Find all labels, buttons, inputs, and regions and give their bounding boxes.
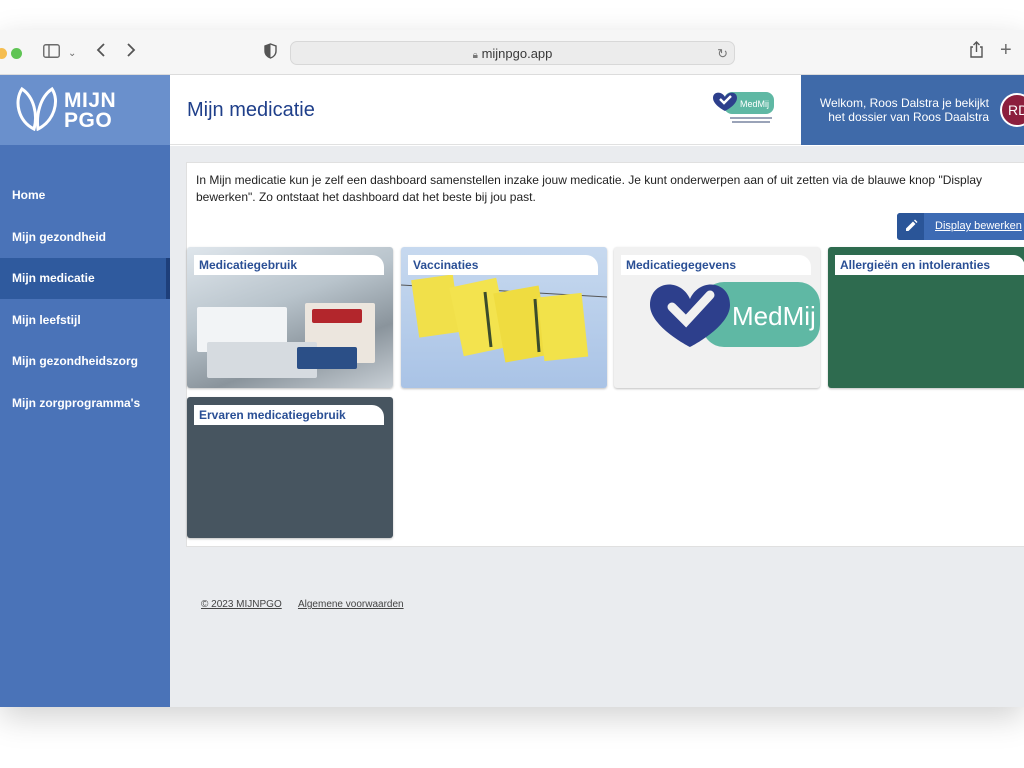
tile-label: Vaccinaties (408, 255, 598, 275)
main-content: In Mijn medicatie kun je zelf een dashbo… (170, 146, 1024, 707)
tile-medicatiegebruik[interactable]: Medicatiegebruik (187, 247, 393, 388)
url-value: mijnpgo.app (481, 46, 553, 61)
sidebar-item-mijn-gezondheid[interactable]: Mijn gezondheid (0, 217, 170, 258)
intro-text: In Mijn medicatie kun je zelf een dashbo… (196, 173, 983, 204)
pencil-icon (897, 213, 924, 240)
welcome-box: Welkom, Roos Dalstra je bekijkt het doss… (801, 75, 1024, 145)
address-bar[interactable]: 🔒︎ mijnpgo.app ↻ (290, 41, 735, 65)
logo-leaves-icon (16, 86, 57, 131)
display-bewerken-label: Display bewerken (935, 220, 1022, 232)
reload-icon[interactable]: ↻ (717, 46, 728, 62)
share-icon[interactable] (969, 41, 984, 64)
url-text: 🔒︎ mijnpgo.app (291, 46, 734, 61)
sidebar-item-home[interactable]: Home (0, 175, 170, 216)
svg-text:MedMij: MedMij (732, 301, 816, 331)
avatar[interactable]: RD (1000, 93, 1024, 127)
copyright-link[interactable]: © 2023 MIJNPGO (201, 599, 282, 610)
forward-icon[interactable] (126, 42, 136, 63)
tile-allergieen-en-intoleranties[interactable]: Allergieën en intoleranties (828, 247, 1024, 388)
logo-text-line1: MIJN (64, 89, 117, 112)
privacy-shield-icon[interactable] (264, 43, 277, 64)
tile-label: Medicatiegebruik (194, 255, 384, 275)
back-icon[interactable] (96, 42, 106, 63)
dashboard-card: In Mijn medicatie kun je zelf een dashbo… (186, 162, 1024, 547)
sidebar-item-mijn-leefstijl[interactable]: Mijn leefstijl (0, 300, 170, 341)
welcome-text: Welkom, Roos Dalstra je bekijkt het doss… (819, 96, 989, 124)
sidebar-item-mijn-zorgprogrammas[interactable]: Mijn zorgprogramma's (0, 383, 170, 424)
sidebar-item-mijn-medicatie[interactable]: Mijn medicatie (0, 258, 170, 299)
tile-label: Medicatiegegevens (621, 255, 811, 275)
sidebar-item-mijn-gezondheidszorg[interactable]: Mijn gezondheidszorg (0, 341, 170, 382)
display-bewerken-button[interactable]: Display bewerken (897, 213, 1024, 240)
tile-ervaren-medicatiegebruik[interactable]: Ervaren medicatiegebruik (187, 397, 393, 538)
page-header: Mijn medicatie MedMij Welkom, Roos Dalst… (170, 75, 1024, 145)
medicine-box-label (312, 309, 362, 323)
blood-pressure-device-image (297, 347, 357, 369)
lock-icon: 🔒︎ (472, 50, 478, 61)
tile-medicatiegegevens[interactable]: MedMij Medicatiegegevens (614, 247, 820, 388)
svg-text:MedMij: MedMij (740, 99, 769, 109)
page-title: Mijn medicatie (187, 99, 315, 121)
footer: © 2023 MIJNPGO Algemene voorwaarden (201, 599, 418, 610)
sidebar: MIJN PGO Home Mijn gezondheid Mijn medic… (0, 75, 170, 707)
zoom-window-button[interactable] (11, 48, 22, 59)
chevron-down-icon[interactable]: ⌄ (68, 44, 76, 64)
medmij-logo: MedMij (710, 89, 776, 130)
new-tab-icon[interactable]: + (1000, 40, 1012, 60)
tile-vaccinaties[interactable]: Vaccinaties (401, 247, 607, 388)
tile-label: Allergieën en intoleranties (835, 255, 1024, 275)
terms-link[interactable]: Algemene voorwaarden (298, 599, 404, 610)
tile-label: Ervaren medicatiegebruik (194, 405, 384, 425)
logo-text-line2: PGO (64, 109, 113, 132)
logo-text: MIJN PGO (64, 89, 117, 132)
sidebar-toggle-icon[interactable] (43, 43, 60, 63)
minimize-window-button[interactable] (0, 48, 7, 59)
browser-toolbar: ⌄ 🔒︎ mijnpgo.app ↻ + (0, 30, 1024, 75)
browser-window: ⌄ 🔒︎ mijnpgo.app ↻ + MIJN PGO Home Mijn … (0, 30, 1024, 707)
logo[interactable]: MIJN PGO (0, 75, 170, 145)
